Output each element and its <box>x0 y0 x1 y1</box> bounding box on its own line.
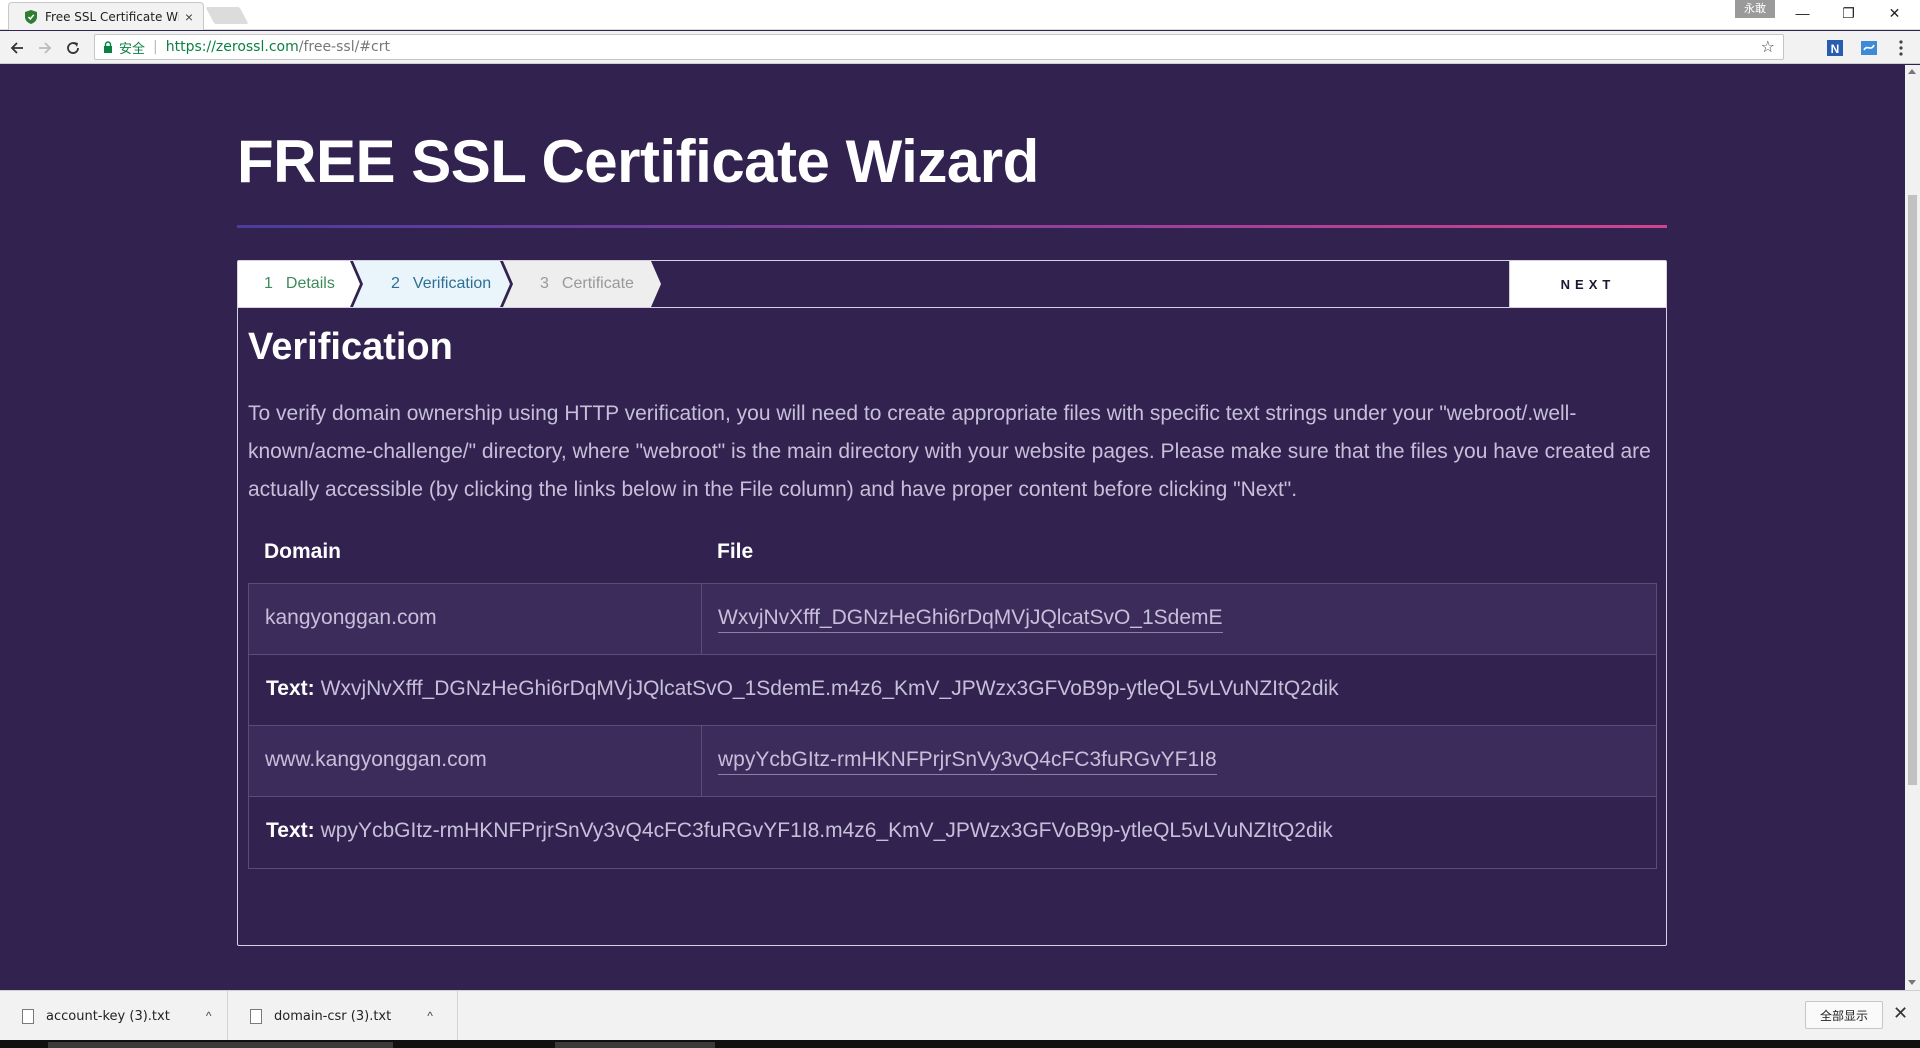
shield-favicon-icon <box>25 9 37 24</box>
cell-divider <box>701 584 702 655</box>
domain-cell: www.kangyonggan.com <box>265 748 487 771</box>
lock-icon <box>104 41 112 53</box>
url-host: https://zerossl.com <box>165 39 299 55</box>
step-number: 1 <box>264 275 273 292</box>
extension-screenshot-icon[interactable] <box>1858 37 1880 59</box>
step-verification[interactable]: 2 Verification <box>353 261 510 307</box>
column-header-file: File <box>717 540 754 563</box>
restore-button[interactable]: ❐ <box>1826 0 1871 26</box>
text-value: wpyYcbGItz-rmHKNFPrjrSnVy3vQ4cFC3fuRGvYF… <box>320 819 1333 842</box>
profile-badge[interactable]: 永敢 <box>1735 0 1775 18</box>
table-row: kangyonggan.com WxvjNvXfff_DGNzHeGhi6rDq… <box>249 584 1656 655</box>
step-details[interactable]: 1 Details <box>238 261 360 307</box>
cell-divider <box>701 726 702 797</box>
back-button[interactable] <box>4 35 30 61</box>
wizard-steps: 1 Details 2 Verification 3 Certificate N… <box>238 261 1666 307</box>
secure-label: 安全 <box>119 41 146 57</box>
os-taskbar <box>0 1040 1920 1048</box>
title-divider <box>237 225 1667 228</box>
browser-tab[interactable]: Free SSL Certificate Wi × <box>8 2 204 30</box>
text-cell: Text: wpyYcbGItz-rmHKNFPrjrSnVy3vQ4cFC3fu… <box>266 819 1333 843</box>
file-link[interactable]: wpyYcbGItz-rmHKNFPrjrSnVy3vQ4cFC3fuRGvYF… <box>718 748 1217 775</box>
step-label: Details <box>285 275 335 292</box>
address-separator: | <box>153 39 158 55</box>
address-bar[interactable]: 安全 | https://zerossl.com /free-ssl/#crt … <box>94 34 1784 60</box>
column-header-domain: Domain <box>264 540 342 563</box>
taskbar-segment <box>48 1042 393 1048</box>
show-all-downloads-button[interactable]: 全部显示 <box>1805 1001 1883 1029</box>
bookmark-star-icon[interactable]: ☆ <box>1761 37 1775 56</box>
file-icon <box>250 1008 262 1024</box>
file-link[interactable]: WxvjNvXfff_DGNzHeGhi6rDqMVjJQlcatSvO_1Sd… <box>718 606 1223 633</box>
text-value: WxvjNvXfff_DGNzHeGhi6rDqMVjJQlcatSvO_1Sd… <box>320 677 1339 700</box>
minimize-button[interactable]: — <box>1780 0 1825 26</box>
steps-divider <box>238 307 1666 308</box>
reload-button[interactable] <box>60 35 86 61</box>
download-item[interactable]: account-key (3).txt ^ <box>0 991 228 1041</box>
tab-title: Free SSL Certificate Wi <box>45 9 179 24</box>
file-icon <box>22 1008 34 1024</box>
step-label: Verification <box>412 275 492 292</box>
close-window-button[interactable]: ✕ <box>1872 0 1917 26</box>
table-row: Text: wpyYcbGItz-rmHKNFPrjrSnVy3vQ4cFC3fu… <box>249 797 1656 868</box>
table-row: www.kangyonggan.com wpyYcbGItz-rmHKNFPrj… <box>249 726 1656 797</box>
close-shelf-icon[interactable]: ✕ <box>1893 1003 1908 1024</box>
forward-button[interactable] <box>32 35 58 61</box>
next-button[interactable]: NEXT <box>1509 261 1666 307</box>
table-body: kangyonggan.com WxvjNvXfff_DGNzHeGhi6rDq… <box>248 583 1657 869</box>
reload-icon <box>67 42 79 54</box>
chevron-up-icon[interactable]: ^ <box>206 1009 212 1023</box>
table-row: Text: WxvjNvXfff_DGNzHeGhi6rDqMVjJQlcatSv… <box>249 655 1656 726</box>
download-item[interactable]: domain-csr (3).txt ^ <box>228 991 458 1041</box>
download-filename: domain-csr (3).txt <box>274 1008 392 1024</box>
text-label: Text: <box>266 819 315 842</box>
browser-toolbar: 安全 | https://zerossl.com /free-ssl/#crt … <box>0 31 1920 64</box>
table-header: Domain File <box>248 526 1657 583</box>
menu-kebab-icon[interactable] <box>1890 37 1912 59</box>
arrow-left-icon <box>10 42 23 54</box>
domain-cell: kangyonggan.com <box>265 606 437 629</box>
scrollbar-thumb[interactable] <box>1908 195 1917 785</box>
tab-close-icon[interactable]: × <box>185 9 193 25</box>
text-cell: Text: WxvjNvXfff_DGNzHeGhi6rDqMVjJQlcatSv… <box>266 677 1339 701</box>
extension-n-icon[interactable]: N <box>1824 37 1846 59</box>
text-label: Text: <box>266 677 315 700</box>
page-title: FREE SSL Certificate Wizard <box>237 128 1039 195</box>
page-content: FREE SSL Certificate Wizard 1 Details 2 … <box>0 65 1905 990</box>
step-number: 2 <box>391 275 400 292</box>
svg-text:N: N <box>1831 42 1840 56</box>
verification-table: Domain File kangyonggan.com WxvjNvXfff_D… <box>248 526 1657 869</box>
wizard-panel: 1 Details 2 Verification 3 Certificate N… <box>237 260 1667 946</box>
scroll-down-arrow-icon[interactable] <box>1908 980 1916 985</box>
step-certificate[interactable]: 3 Certificate <box>503 261 661 307</box>
taskbar-segment <box>555 1042 715 1048</box>
download-filename: account-key (3).txt <box>46 1008 170 1024</box>
page-scrollbar[interactable] <box>1905 65 1920 990</box>
browser-tab-strip: Free SSL Certificate Wi × 永敢 — ❐ ✕ <box>0 0 1920 30</box>
arrow-right-icon <box>39 42 52 54</box>
verification-instructions: To verify domain ownership using HTTP ve… <box>248 402 1651 501</box>
step-number: 3 <box>540 275 549 292</box>
download-shelf: account-key (3).txt ^ domain-csr (3).txt… <box>0 990 1920 1041</box>
chevron-up-icon[interactable]: ^ <box>427 1009 433 1023</box>
section-title: Verification <box>248 326 453 368</box>
step-label: Certificate <box>561 275 634 292</box>
url-path: /free-ssl/#crt <box>298 39 390 55</box>
new-tab-button[interactable] <box>205 7 249 24</box>
scroll-up-arrow-icon[interactable] <box>1908 69 1916 74</box>
